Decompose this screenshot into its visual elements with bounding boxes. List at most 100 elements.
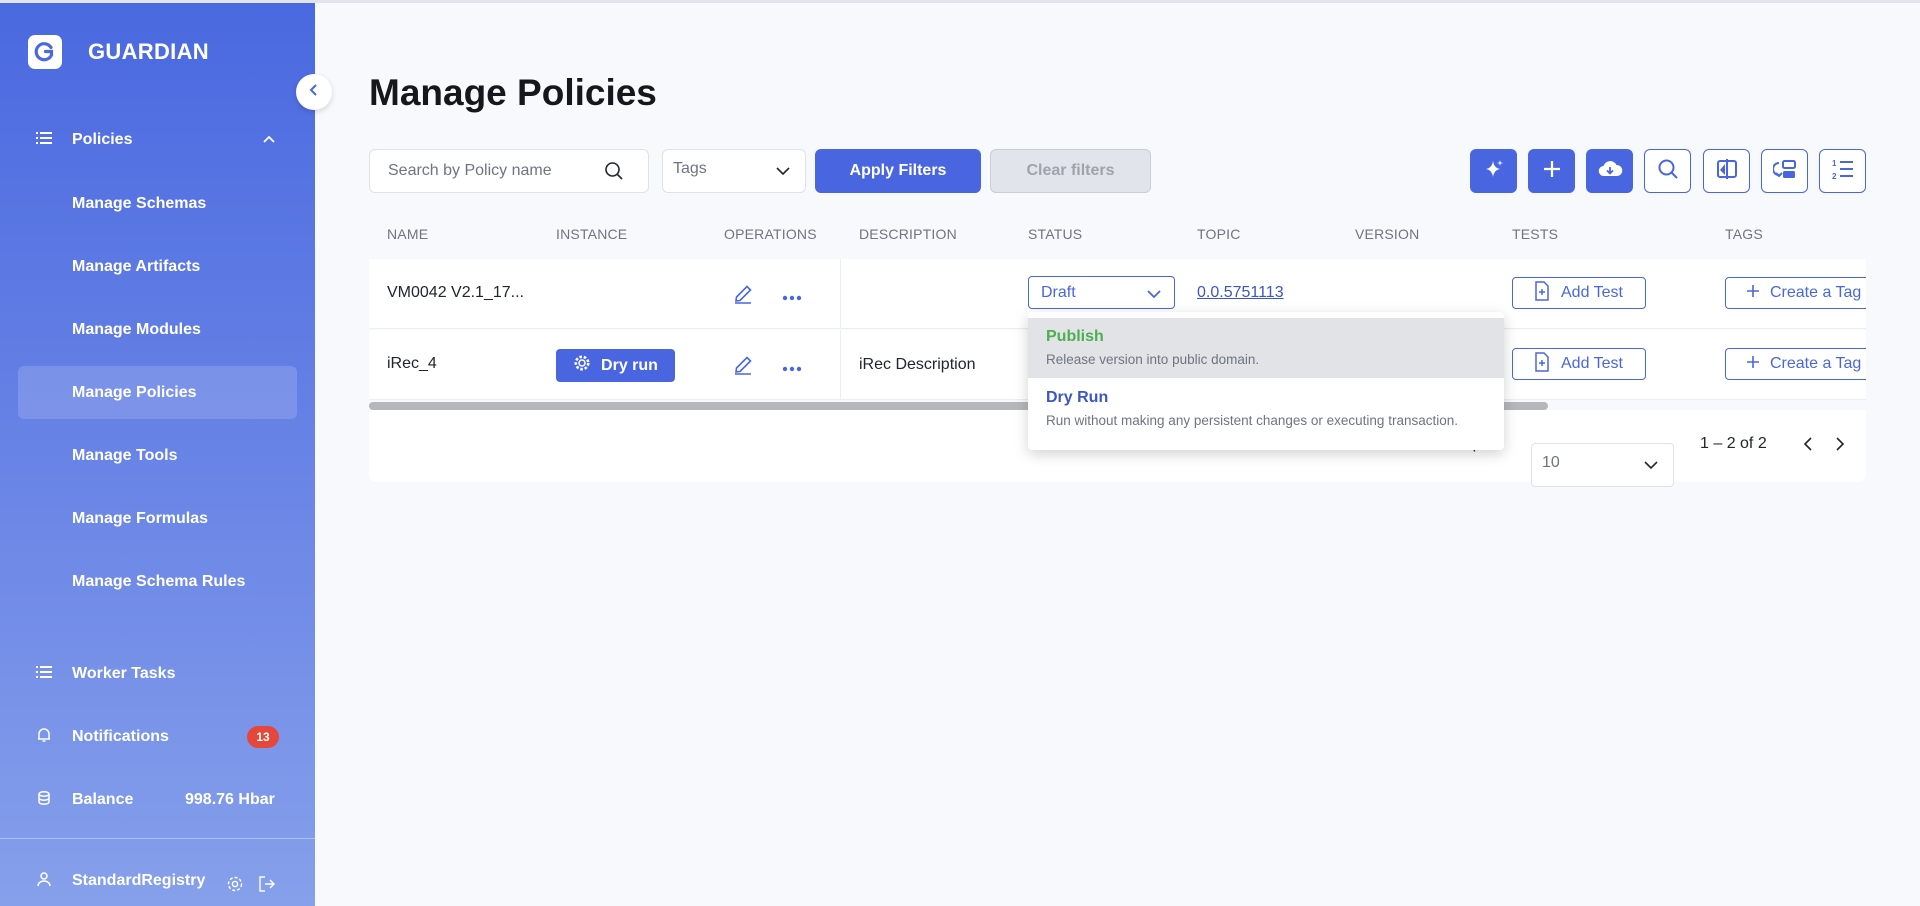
ai-suggest-button[interactable] bbox=[1470, 149, 1517, 193]
add-test-button[interactable]: Add Test bbox=[1512, 277, 1646, 309]
sidebar-item-manage-tools[interactable]: Manage Tools bbox=[18, 429, 297, 482]
chevron-left-icon[interactable] bbox=[1802, 435, 1814, 458]
column-header-status: STATUS bbox=[1028, 226, 1083, 242]
more-options-icon[interactable] bbox=[782, 359, 802, 377]
app-name: GUARDIAN bbox=[88, 39, 209, 64]
dry-run-label: Dry run bbox=[601, 356, 658, 374]
create-tag-button[interactable]: Create a Tag bbox=[1725, 348, 1866, 380]
sidebar-item-label: Manage Formulas bbox=[72, 509, 209, 527]
sidebar-item-manage-formulas[interactable]: Manage Formulas bbox=[18, 492, 297, 545]
search-field[interactable] bbox=[369, 149, 649, 193]
search-icon bbox=[604, 161, 624, 186]
sidebar-item-worker-tasks[interactable]: Worker Tasks bbox=[0, 654, 315, 694]
status-value: Draft bbox=[1041, 284, 1076, 301]
list-icon bbox=[36, 665, 52, 684]
chevron-down-icon bbox=[775, 164, 791, 182]
add-test-button[interactable]: Add Test bbox=[1512, 348, 1646, 380]
topic-link[interactable]: 0.0.5751113 bbox=[1197, 284, 1284, 302]
search-input[interactable] bbox=[388, 162, 598, 180]
balance-value: 998.76 Hbar bbox=[185, 791, 275, 808]
apply-filters-button[interactable]: Apply Filters bbox=[815, 149, 981, 193]
policy-flow-icon bbox=[1771, 158, 1797, 185]
import-policy-button[interactable] bbox=[1586, 149, 1633, 193]
more-options-icon[interactable] bbox=[782, 288, 802, 306]
add-document-icon bbox=[1533, 280, 1551, 306]
clear-filters-button[interactable]: Clear filters bbox=[990, 149, 1151, 193]
create-policy-button[interactable] bbox=[1528, 149, 1575, 193]
gear-icon bbox=[573, 354, 591, 377]
balance-label: Balance bbox=[72, 791, 134, 808]
operations-cell bbox=[732, 283, 802, 310]
option-title: Publish bbox=[1046, 328, 1104, 345]
search-policy-button[interactable] bbox=[1644, 149, 1691, 193]
sidebar-item-label: Manage Schemas bbox=[72, 194, 207, 212]
operations-cell bbox=[732, 354, 802, 381]
column-divider bbox=[840, 259, 841, 329]
sidebar-group-policies[interactable]: Policies bbox=[0, 120, 315, 160]
plus-icon bbox=[1746, 355, 1760, 374]
sidebar-item-manage-modules[interactable]: Manage Modules bbox=[18, 303, 297, 356]
sidebar-item-balance: Balance 998.76 Hbar bbox=[0, 780, 315, 820]
page-title: Manage Policies bbox=[369, 72, 657, 113]
guardian-logo-icon bbox=[28, 35, 62, 69]
sidebar-item-label: Manage Policies bbox=[72, 383, 197, 401]
tags-select[interactable]: Tags bbox=[662, 149, 806, 193]
ordered-list-button[interactable]: 12 bbox=[1819, 149, 1866, 193]
option-title: Dry Run bbox=[1046, 389, 1109, 406]
sidebar-collapse-button[interactable] bbox=[296, 74, 332, 110]
sidebar-item-label: Worker Tasks bbox=[72, 665, 176, 682]
policy-name: iRec_4 bbox=[387, 355, 437, 372]
chevron-down-icon bbox=[1643, 458, 1659, 476]
pagination-nav bbox=[1802, 435, 1846, 458]
page-size-value: 10 bbox=[1542, 454, 1560, 471]
chevron-up-icon[interactable] bbox=[262, 131, 276, 149]
dry-run-instance-button[interactable]: Dry run bbox=[556, 349, 675, 382]
edit-icon[interactable] bbox=[732, 283, 754, 310]
chevron-left-icon bbox=[308, 83, 320, 102]
sidebar: GUARDIAN Policies Manage Schemas Manage … bbox=[0, 3, 315, 906]
column-header-description: DESCRIPTION bbox=[859, 226, 957, 242]
option-description: Run without making any persistent change… bbox=[1046, 413, 1458, 428]
sidebar-item-notifications[interactable]: Notifications 13 bbox=[0, 717, 315, 757]
wizard-button[interactable] bbox=[1761, 149, 1808, 193]
sidebar-item-manage-policies[interactable]: Manage Policies bbox=[18, 366, 297, 419]
policy-description: iRec Description bbox=[859, 356, 976, 373]
sidebar-item-manage-artifacts[interactable]: Manage Artifacts bbox=[18, 240, 297, 293]
sidebar-item-manage-schemas[interactable]: Manage Schemas bbox=[18, 177, 297, 230]
column-header-topic: TOPIC bbox=[1197, 226, 1241, 242]
coins-icon bbox=[36, 790, 52, 811]
logout-icon[interactable] bbox=[258, 875, 276, 898]
sidebar-item-manage-schema-rules[interactable]: Manage Schema Rules bbox=[18, 573, 297, 591]
add-test-label: Add Test bbox=[1561, 355, 1623, 372]
plus-icon bbox=[1542, 159, 1562, 184]
edit-icon[interactable] bbox=[732, 354, 754, 381]
sidebar-item-label: Notifications bbox=[72, 728, 169, 745]
user-icon bbox=[36, 871, 52, 892]
status-dropdown-menu: Publish Release version into public doma… bbox=[1028, 312, 1504, 450]
sidebar-item-label: Manage Tools bbox=[72, 446, 178, 464]
policy-name: VM0042 V2.1_17... bbox=[387, 284, 524, 301]
create-tag-label: Create a Tag bbox=[1770, 355, 1862, 372]
sidebar-item-label: Manage Artifacts bbox=[72, 257, 201, 275]
column-divider bbox=[840, 330, 841, 400]
column-header-operations: OPERATIONS bbox=[724, 226, 817, 242]
create-tag-button[interactable]: Create a Tag bbox=[1725, 277, 1866, 309]
gear-icon[interactable] bbox=[226, 875, 244, 898]
add-test-label: Add Test bbox=[1561, 284, 1623, 301]
sparkle-icon bbox=[1483, 158, 1505, 185]
sidebar-group-label: Policies bbox=[72, 131, 133, 148]
column-header-name[interactable]: NAME bbox=[387, 226, 428, 242]
notification-count-badge: 13 bbox=[247, 726, 279, 748]
status-select[interactable]: Draft bbox=[1028, 276, 1175, 309]
add-document-icon bbox=[1533, 351, 1551, 377]
page-size-select[interactable]: 10 bbox=[1531, 443, 1674, 487]
search-icon bbox=[1657, 158, 1679, 185]
svg-text:1: 1 bbox=[1832, 159, 1837, 168]
sidebar-item-label: Manage Schema Rules bbox=[72, 573, 246, 590]
pagination-range: 1 – 2 of 2 bbox=[1700, 435, 1767, 452]
chevron-right-icon[interactable] bbox=[1834, 435, 1846, 458]
status-option-publish[interactable]: Publish Release version into public doma… bbox=[1028, 318, 1504, 378]
compare-policies-button[interactable] bbox=[1703, 149, 1750, 193]
user-actions bbox=[226, 875, 276, 898]
status-option-dry-run[interactable]: Dry Run Run without making any persisten… bbox=[1028, 379, 1504, 439]
